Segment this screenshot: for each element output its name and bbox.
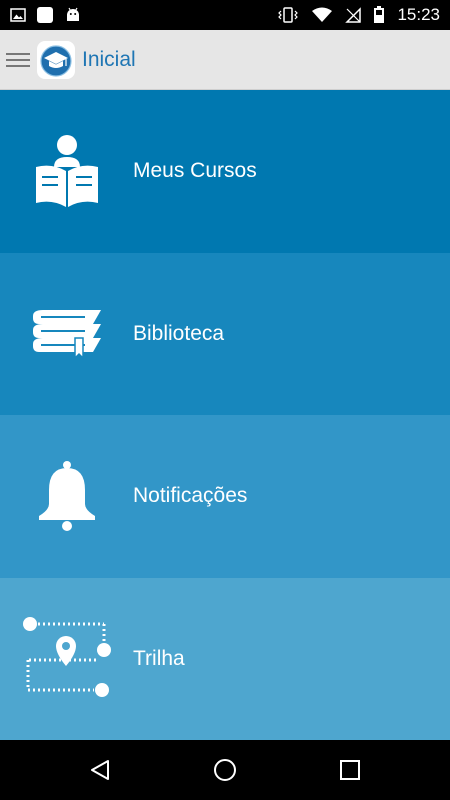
no-sim-icon (345, 7, 362, 23)
status-bar: 15:23 (0, 0, 450, 30)
menu-tile-notificacoes[interactable]: Notificações (0, 415, 450, 578)
battery-icon (374, 6, 385, 23)
reader-book-icon (0, 90, 133, 253)
vibrate-icon (278, 7, 299, 23)
menu-tile-label: Meus Cursos (133, 159, 257, 183)
menu-tile-meus-cursos[interactable]: Meus Cursos (0, 90, 450, 253)
books-stack-icon (0, 253, 133, 416)
app-square-icon (37, 7, 53, 23)
route-map-icon (0, 578, 133, 741)
recents-icon[interactable] (332, 752, 368, 788)
android-icon (67, 7, 79, 21)
menu-tile-label: Biblioteca (133, 321, 225, 345)
menu-tile-trilha[interactable]: Trilha (0, 577, 450, 741)
home-icon[interactable] (207, 752, 243, 788)
app-bar: Inicial (0, 30, 450, 90)
wifi-icon (312, 7, 333, 22)
image-icon (10, 8, 26, 22)
page-title: Inicial (82, 47, 136, 71)
menu-tile-label: Trilha (133, 646, 185, 670)
app-logo[interactable] (36, 40, 76, 80)
hamburger-menu-icon[interactable] (6, 46, 34, 74)
bell-icon (0, 415, 133, 578)
status-right-icons: 15:23 (277, 5, 440, 25)
menu-tile-label: Notificações (133, 484, 248, 508)
system-nav-bar (0, 740, 450, 800)
menu-list: Meus Cursos Biblioteca Notificações Tril… (0, 90, 450, 740)
back-icon[interactable] (82, 752, 118, 788)
status-time: 15:23 (397, 5, 440, 24)
menu-tile-biblioteca[interactable]: Biblioteca (0, 252, 450, 416)
status-left-icons (10, 6, 82, 24)
